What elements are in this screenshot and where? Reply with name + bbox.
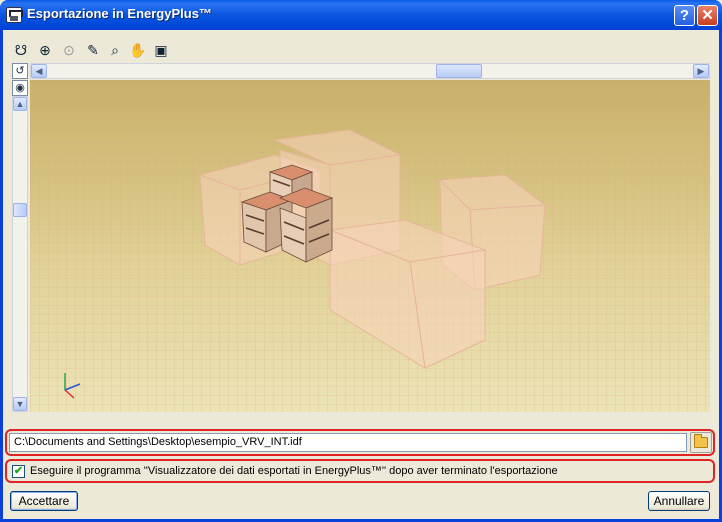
horizontal-scrollbar[interactable]: ◀ ▶ xyxy=(30,63,710,79)
vertical-scrollbar[interactable]: ▲ ▼ xyxy=(12,96,28,412)
title-bar: Esportazione in EnergyPlus™ ? ✕ xyxy=(0,0,722,30)
scroll-right-button[interactable]: ▶ xyxy=(693,64,709,78)
window-title: Esportazione in EnergyPlus™ xyxy=(27,6,212,21)
run-viewer-label: Eseguire il programma ''Visualizzatore d… xyxy=(30,465,558,477)
scroll-up-button[interactable]: ▲ xyxy=(13,97,27,111)
open-folder-icon xyxy=(694,434,708,448)
rotate-icon[interactable]: ↺ xyxy=(12,63,28,79)
pencil-icon[interactable]: ✎ xyxy=(84,41,102,59)
cancel-button[interactable]: Annullare xyxy=(648,491,710,511)
zoom-previous-icon[interactable]: ⊙ xyxy=(60,41,78,59)
pan-hand-icon[interactable]: ✋ xyxy=(129,41,147,59)
help-button[interactable]: ? xyxy=(674,5,695,26)
file-path-input[interactable]: C:\Documents and Settings\Desktop\esempi… xyxy=(9,433,687,452)
zoom-window-icon[interactable]: ⌕ xyxy=(106,41,124,59)
orbit-icon[interactable]: ☋ xyxy=(12,41,30,59)
accept-button[interactable]: Accettare xyxy=(10,491,78,511)
zoom-extents-icon[interactable]: ⊕ xyxy=(36,41,54,59)
app-icon xyxy=(6,7,23,23)
scroll-left-button[interactable]: ◀ xyxy=(31,64,47,78)
horizontal-scroll-thumb[interactable] xyxy=(436,64,482,78)
eye-icon[interactable]: ◉ xyxy=(12,80,28,96)
3d-scene xyxy=(30,129,710,412)
close-button[interactable]: ✕ xyxy=(697,5,718,26)
3d-viewport[interactable] xyxy=(30,80,710,412)
run-viewer-checkbox[interactable]: ✔ xyxy=(12,465,25,478)
vertical-scroll-thumb[interactable] xyxy=(13,203,27,217)
view-copy-icon[interactable]: ▣ xyxy=(152,41,170,59)
browse-button[interactable] xyxy=(690,432,712,453)
scroll-down-button[interactable]: ▼ xyxy=(13,397,27,411)
